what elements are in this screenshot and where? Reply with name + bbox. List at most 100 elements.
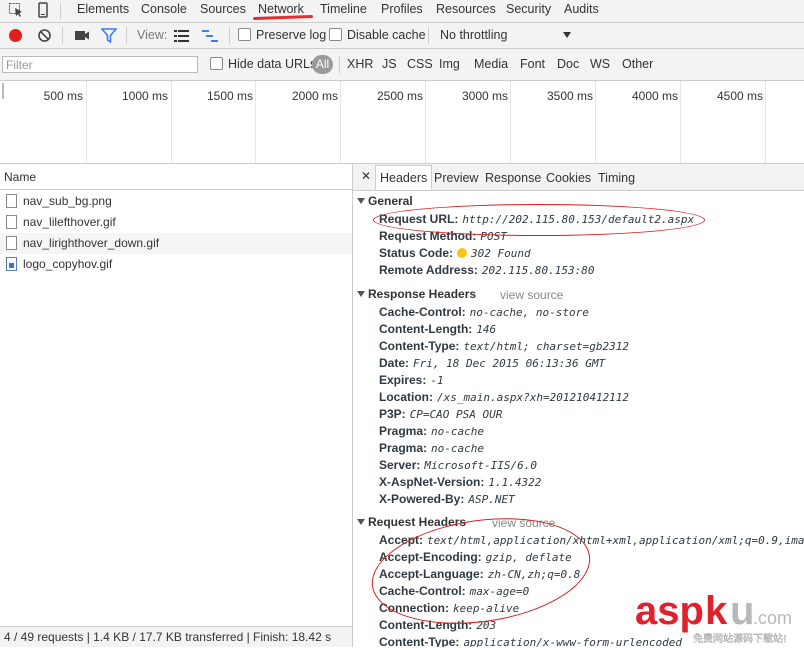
header-value: text/html; charset=gb2312 bbox=[463, 340, 630, 353]
filter-xhr-button[interactable]: XHR bbox=[347, 57, 373, 71]
tab-resources[interactable]: Resources bbox=[436, 0, 496, 21]
tab-headers[interactable]: Headers bbox=[375, 165, 433, 190]
divider bbox=[229, 27, 230, 44]
filter-img-button[interactable]: Img bbox=[439, 57, 460, 71]
tab-profiles[interactable]: Profiles bbox=[381, 0, 423, 21]
tab-cookies[interactable]: Cookies bbox=[546, 164, 591, 190]
divider bbox=[428, 27, 429, 44]
header-key: Expires: bbox=[379, 373, 427, 387]
filter-media-button[interactable]: Media bbox=[474, 57, 508, 71]
checkbox-box[interactable] bbox=[210, 57, 223, 70]
header-value: -1 bbox=[430, 374, 444, 387]
tab-preview[interactable]: Preview bbox=[434, 164, 478, 190]
header-key: Cache-Control: bbox=[379, 305, 466, 319]
throttling-select[interactable]: No throttling bbox=[440, 23, 575, 48]
image-file-icon bbox=[6, 257, 17, 271]
large-rows-icon[interactable] bbox=[174, 30, 189, 45]
svg-text:免费网站源码下载站!: 免费网站源码下载站! bbox=[693, 632, 787, 645]
tick-label: 1500 ms bbox=[206, 89, 253, 103]
tab-audits[interactable]: Audits bbox=[564, 0, 599, 21]
tick-label: 2000 ms bbox=[291, 89, 338, 103]
tab-elements[interactable]: Elements bbox=[77, 0, 129, 21]
header-key: X-AspNet-Version: bbox=[379, 475, 485, 489]
record-icon[interactable] bbox=[9, 29, 22, 42]
filter-css-button[interactable]: CSS bbox=[407, 57, 433, 71]
request-name: logo_copyhov.gif bbox=[23, 257, 113, 271]
response-headers-toggle[interactable]: Response Headers bbox=[357, 287, 476, 301]
tick-label: 2500 ms bbox=[376, 89, 423, 103]
header-value: no-cache bbox=[431, 425, 485, 438]
tab-response[interactable]: Response bbox=[485, 164, 541, 190]
preserve-log-checkbox[interactable]: Preserve log bbox=[238, 23, 326, 48]
tick-label: 1000 ms bbox=[121, 89, 168, 103]
filter-other-button[interactable]: Other bbox=[622, 57, 653, 71]
svg-text:u: u bbox=[730, 590, 754, 633]
tab-security[interactable]: Security bbox=[506, 0, 551, 21]
grid-line bbox=[595, 81, 596, 163]
tab-timing[interactable]: Timing bbox=[598, 164, 635, 190]
hide-data-urls-label: Hide data URLs bbox=[228, 57, 317, 71]
device-mode-icon[interactable] bbox=[35, 2, 51, 18]
header-row: Content-Type: text/html; charset=gb2312 bbox=[379, 339, 629, 353]
name-column-header[interactable]: Name bbox=[0, 164, 352, 190]
svg-text:asp: asp bbox=[635, 590, 704, 633]
timeline-handle[interactable] bbox=[2, 83, 4, 99]
filter-font-button[interactable]: Font bbox=[520, 57, 545, 71]
header-value: 1.1.4322 bbox=[488, 476, 542, 489]
checkbox-box[interactable] bbox=[329, 28, 342, 41]
timeline-overview[interactable]: 500 ms 1000 ms 1500 ms 2000 ms 2500 ms 3… bbox=[0, 81, 804, 164]
filter-doc-button[interactable]: Doc bbox=[557, 57, 579, 71]
network-toolbar: View: Preserve log Disable cache No thro… bbox=[0, 23, 804, 49]
tab-timeline[interactable]: Timeline bbox=[320, 0, 367, 21]
tab-console[interactable]: Console bbox=[141, 0, 187, 21]
waterfall-overview-icon[interactable] bbox=[202, 30, 218, 45]
hide-data-urls-checkbox[interactable]: Hide data URLs bbox=[210, 57, 316, 71]
request-row[interactable]: nav_sub_bg.png bbox=[0, 191, 352, 212]
header-value: 302 Found bbox=[471, 247, 531, 260]
header-row: Cache-Control: no-cache, no-store bbox=[379, 305, 589, 319]
svg-text:k: k bbox=[705, 590, 728, 633]
filter-funnel-icon[interactable] bbox=[100, 28, 118, 46]
view-source-link[interactable]: view source bbox=[500, 288, 563, 302]
file-icon bbox=[6, 236, 17, 250]
general-section-toggle[interactable]: General bbox=[357, 194, 413, 208]
video-camera-icon[interactable] bbox=[74, 29, 90, 45]
divider bbox=[62, 27, 63, 44]
inspect-element-icon[interactable] bbox=[8, 2, 24, 18]
tick-label: 4000 ms bbox=[631, 89, 678, 103]
svg-text:.com: .com bbox=[753, 608, 792, 628]
header-key: Date: bbox=[379, 356, 410, 370]
header-key: X-Powered-By: bbox=[379, 492, 465, 506]
request-details: ✕ Headers Preview Response Cookies Timin… bbox=[353, 164, 804, 647]
filter-js-button[interactable]: JS bbox=[382, 57, 397, 71]
header-value: 146 bbox=[476, 323, 497, 336]
filter-all-button[interactable]: All bbox=[312, 55, 333, 74]
close-icon[interactable]: ✕ bbox=[361, 169, 371, 183]
header-key: Location: bbox=[379, 390, 433, 404]
filter-ws-button[interactable]: WS bbox=[590, 57, 610, 71]
request-row[interactable]: nav_lilefthover.gif bbox=[0, 212, 352, 233]
tab-sources[interactable]: Sources bbox=[200, 0, 246, 21]
header-value: CP=CAO PSA OUR bbox=[409, 408, 503, 421]
request-row[interactable]: nav_lirighthover_down.gif bbox=[0, 233, 352, 254]
triangle-down-icon bbox=[357, 519, 365, 525]
tick-label: 3000 ms bbox=[461, 89, 508, 103]
request-row[interactable]: logo_copyhov.gif bbox=[0, 254, 352, 275]
triangle-down-icon bbox=[357, 291, 365, 297]
header-row: Pragma: no-cache bbox=[379, 424, 484, 438]
header-key: Status Code: bbox=[379, 246, 454, 260]
checkbox-box[interactable] bbox=[238, 28, 251, 41]
header-row: X-AspNet-Version: 1.1.4322 bbox=[379, 475, 541, 489]
divider bbox=[126, 27, 127, 44]
annotation-ellipse bbox=[373, 204, 705, 236]
header-row: P3P: CP=CAO PSA OUR bbox=[379, 407, 502, 421]
divider bbox=[60, 3, 61, 19]
header-key: Content-Type: bbox=[379, 635, 460, 647]
header-key: Pragma: bbox=[379, 424, 428, 438]
header-key: Content-Length: bbox=[379, 322, 473, 336]
tick-label: 3500 ms bbox=[546, 89, 593, 103]
clear-icon[interactable] bbox=[37, 28, 52, 46]
filter-input[interactable] bbox=[2, 56, 198, 73]
disable-cache-checkbox[interactable]: Disable cache bbox=[329, 23, 426, 48]
file-icon bbox=[6, 215, 17, 229]
